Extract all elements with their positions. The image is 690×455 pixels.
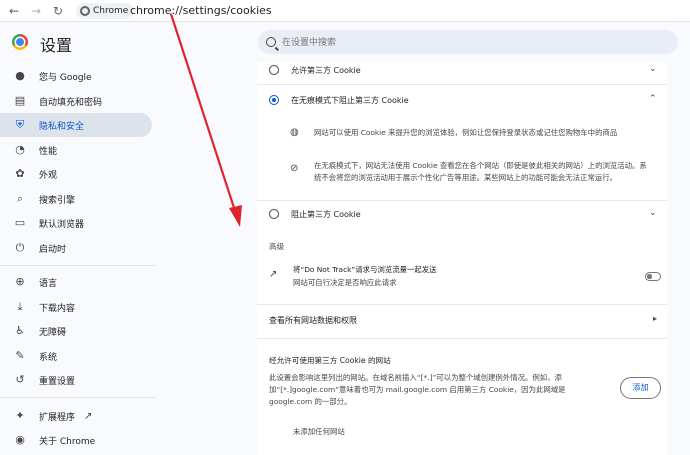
chevron-right-icon: ▸ — [653, 314, 658, 323]
external-link-icon: ↗ — [84, 410, 93, 422]
option-block-incognito[interactable]: 在无痕模式下阻止第三方 Cookie ⌃ — [257, 86, 667, 114]
sidebar-item-label: 自动填充和密码 — [39, 97, 103, 108]
cookie-icon: ◍ — [290, 127, 299, 138]
sidebar-item-accessibility[interactable]: ♿ 无障碍 — [0, 319, 152, 343]
sidebar-item-downloads[interactable]: ⤓ 下载内容 — [0, 295, 152, 319]
reset-icon: ↺ — [15, 373, 25, 386]
sidebar-item-on-startup[interactable]: ⏻ 启动时 — [0, 236, 152, 260]
sidebar-item-languages[interactable]: ⊕ 语言 — [0, 270, 152, 294]
clipboard-icon: ▤ — [14, 94, 26, 107]
back-arrow-icon[interactable]: ← — [6, 3, 22, 19]
sidebar-item-label: 下载内容 — [39, 303, 76, 314]
sidebar-item-label: 扩展程序 — [39, 412, 76, 423]
option-label: 在无痕模式下阻止第三方 Cookie — [291, 96, 409, 105]
section-title-allowed-sites: 经允许可使用第三方 Cookie 的网站 — [269, 356, 391, 365]
sidebar-item-label: 您与 Google — [39, 72, 92, 83]
cookies-settings-card: 允许第三方 Cookie ⌄ 在无痕模式下阻止第三方 Cookie ⌃ ◍ 网站… — [257, 62, 667, 455]
sidebar-item-you-and-google[interactable]: ● 您与 Google — [0, 64, 152, 88]
search-input[interactable] — [282, 37, 662, 47]
reload-icon[interactable]: ↻ — [50, 3, 66, 19]
sidebar-item-label: 关于 Chrome — [39, 436, 96, 447]
settings-search[interactable] — [258, 30, 678, 54]
sidebar-item-system[interactable]: ✎ 系统 — [0, 344, 152, 368]
sidebar-item-privacy[interactable]: ⛨ 隐私和安全 — [0, 113, 152, 137]
do-not-track-row[interactable]: ↗ 将“Do Not Track”请求与浏览流量一起发送 网站可自行决定是否响应… — [257, 262, 667, 292]
radio-block[interactable] — [269, 209, 279, 219]
blocked-icon: ⊘ — [290, 163, 299, 174]
option-label: 阻止第三方 Cookie — [291, 210, 361, 219]
info-text: 网站可以使用 Cookie 来提升您的浏览体验，例如让您保持登录状态或记住您购物… — [314, 128, 618, 137]
chrome-icon: ◉ — [15, 433, 25, 446]
divider — [257, 200, 667, 201]
empty-list-text: 未添加任何网站 — [293, 427, 345, 436]
dnt-description: 网站可自行决定是否响应此请求 — [293, 278, 397, 287]
sidebar-item-label: 无障碍 — [39, 327, 67, 338]
allowed-sites-description: 此设置会影响这里列出的网站。在域名前插入“[*.]”可以为整个域创建例外情况。例… — [269, 373, 566, 406]
download-icon: ⤓ — [17, 300, 23, 313]
sidebar-item-label: 搜索引擎 — [39, 195, 76, 206]
person-icon: ● — [15, 69, 25, 82]
site-data-link-row[interactable]: 查看所有网站数据和权限 ▸ — [257, 308, 667, 330]
info-text: 在无痕模式下，网站无法使用 Cookie 查看您在各个网站（即使是彼此相关的网站… — [314, 161, 647, 182]
divider — [257, 338, 667, 339]
search-icon: ⌕ — [16, 192, 24, 205]
sidebar-item-performance[interactable]: ◔ 性能 — [0, 138, 152, 162]
browser-toolbar: ← → ↻ Chrome chrome://settings/cookies — [0, 0, 690, 22]
puzzle-icon: ✦ — [15, 409, 25, 422]
search-icon — [266, 37, 276, 47]
power-icon: ⏻ — [15, 241, 25, 254]
accessibility-icon: ♿ — [15, 324, 25, 337]
speedometer-icon: ◔ — [15, 143, 25, 156]
divider — [257, 304, 667, 305]
option-block-third-party[interactable]: 阻止第三方 Cookie ⌄ — [257, 205, 667, 225]
section-title-advanced: 高级 — [269, 242, 285, 251]
sidebar-item-about-chrome[interactable]: ◉ 关于 Chrome — [0, 428, 152, 452]
sidebar-item-label: 语言 — [39, 278, 58, 289]
shield-icon: ⛨ — [15, 118, 25, 131]
chip-label: Chrome — [93, 6, 129, 16]
sidebar-item-reset[interactable]: ↺ 重置设置 — [0, 368, 152, 392]
address-bar[interactable]: chrome://settings/cookies — [130, 4, 272, 17]
sidebar-item-label: 默认浏览器 — [39, 219, 85, 230]
sidebar-item-label: 启动时 — [39, 244, 67, 255]
annotation-arrow-line — [169, 13, 238, 215]
annotation-arrow-head — [229, 205, 242, 227]
dnt-label: 将“Do Not Track”请求与浏览流量一起发送 — [293, 265, 437, 274]
divider — [257, 84, 667, 85]
chrome-logo-icon — [12, 34, 28, 50]
sidebar-item-label: 外观 — [39, 170, 58, 181]
chevron-up-icon[interactable]: ⌃ — [649, 94, 657, 104]
browser-icon: ▭ — [14, 216, 26, 229]
site-data-link[interactable]: 查看所有网站数据和权限 — [269, 315, 357, 326]
sidebar-item-autofill[interactable]: ▤ 自动填充和密码 — [0, 89, 152, 113]
sidebar-item-search-engine[interactable]: ⌕ 搜索引擎 — [0, 187, 152, 211]
chevron-down-icon[interactable]: ⌄ — [649, 64, 657, 74]
sidebar-item-appearance[interactable]: ✿ 外观 — [0, 162, 152, 186]
radio-allow[interactable] — [269, 65, 279, 75]
sidebar-item-label: 隐私和安全 — [39, 121, 85, 132]
radio-block-incognito[interactable] — [269, 95, 279, 105]
sidebar-item-extensions[interactable]: ✦ 扩展程序 ↗ — [0, 404, 152, 428]
option-allow-third-party[interactable]: 允许第三方 Cookie ⌄ — [257, 62, 667, 82]
info-row-incognito-behavior: ⊘ 在无痕模式下，网站无法使用 Cookie 查看您在各个网站（即使是彼此相关的… — [257, 160, 667, 190]
site-info-chip[interactable]: Chrome — [76, 3, 135, 19]
sidebar-item-label: 系统 — [39, 352, 58, 363]
sidebar-item-label: 性能 — [39, 146, 58, 157]
send-arrow-icon: ↗ — [269, 269, 278, 280]
wrench-icon: ✎ — [15, 349, 25, 362]
sidebar-item-label: 重置设置 — [39, 376, 76, 387]
chrome-icon — [80, 6, 90, 16]
page-title: 设置 — [40, 36, 73, 55]
forward-arrow-icon[interactable]: → — [28, 3, 44, 19]
palette-icon: ✿ — [15, 167, 25, 180]
option-label: 允许第三方 Cookie — [291, 66, 361, 75]
sidebar-divider — [0, 397, 156, 398]
sidebar-divider — [0, 265, 156, 266]
info-row-cookies-benefit: ◍ 网站可以使用 Cookie 来提升您的浏览体验，例如让您保持登录状态或记住您… — [257, 124, 667, 146]
sidebar-item-default-browser[interactable]: ▭ 默认浏览器 — [0, 211, 152, 235]
chevron-down-icon[interactable]: ⌄ — [649, 208, 657, 218]
dnt-toggle[interactable] — [645, 272, 661, 281]
add-site-button[interactable]: 添加 — [620, 377, 661, 399]
globe-icon: ⊕ — [15, 275, 25, 288]
